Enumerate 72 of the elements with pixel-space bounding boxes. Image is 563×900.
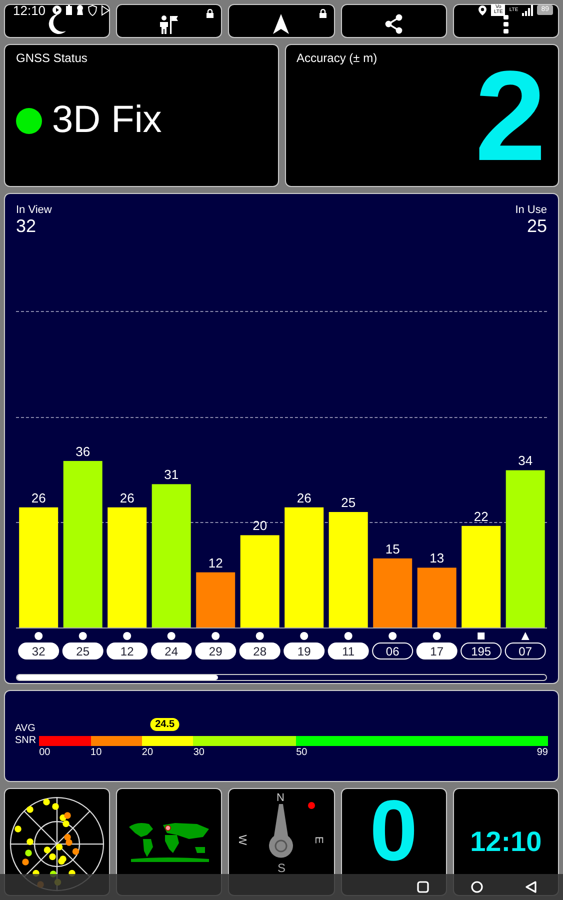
moon-icon — [47, 13, 68, 35]
bar-value: 12 — [208, 555, 222, 570]
bar-value: 36 — [75, 444, 90, 459]
share-icon — [384, 14, 403, 34]
satellite-id: 25 — [76, 644, 90, 658]
satellite-id: 06 — [385, 644, 399, 658]
in-use-label: In Use — [515, 204, 547, 216]
satellite-id: 11 — [342, 644, 354, 658]
compass-south-label: S — [277, 861, 286, 875]
bar-value: 26 — [296, 490, 311, 506]
scale-tick-label: 10 — [90, 747, 102, 758]
in-view-label: In View — [16, 204, 52, 216]
toolbar-button[interactable] — [340, 4, 447, 38]
scale-tick-label: 20 — [142, 747, 154, 758]
panel-title: Accuracy (± m) — [296, 51, 378, 65]
signal-bar — [372, 558, 412, 628]
bar-value: 15 — [384, 541, 400, 556]
compass-north-label: N — [276, 792, 284, 804]
play-icon — [100, 4, 110, 16]
bar-value: 22 — [473, 508, 488, 524]
bar-value: 34 — [518, 453, 532, 468]
toolbar-button[interactable] — [228, 4, 335, 38]
bar-value: 31 — [164, 467, 178, 482]
satellite-id: 19 — [296, 644, 310, 658]
media-icon — [52, 5, 62, 15]
toolbar-button[interactable] — [452, 4, 559, 38]
scale-tick-label: 30 — [193, 747, 204, 758]
scale-tick-label: 50 — [296, 747, 308, 758]
navigation-arrow-icon — [273, 14, 290, 34]
snr-label: SNR — [15, 735, 36, 747]
lock-icon — [318, 9, 327, 18]
speed-value: 0 — [370, 789, 418, 874]
scale-tick-label: 99 — [536, 747, 548, 758]
fix-status: 3D Fix — [52, 99, 162, 142]
clock-time: 12:10 — [470, 826, 542, 858]
satellite-id: 17 — [430, 644, 444, 658]
bar-value: 20 — [252, 518, 267, 534]
compass-west-label: W — [236, 834, 249, 846]
status-time: 12:10 — [13, 2, 46, 18]
in-use-count: 25 — [526, 216, 547, 237]
signal-icon — [522, 4, 534, 16]
person-flag-icon — [159, 14, 180, 34]
panel-title: GNSS Status — [16, 51, 88, 65]
satellite-id: 195 — [470, 644, 491, 658]
bar-value: 13 — [429, 550, 444, 566]
home-icon[interactable] — [471, 881, 483, 893]
back-icon[interactable] — [525, 881, 537, 893]
toolbar-button[interactable] — [116, 4, 222, 38]
bar-value: 25 — [340, 495, 356, 510]
bar-value: 26 — [30, 490, 46, 506]
snr-average-marker: 24.5 — [150, 718, 180, 731]
compass-east-label: E — [312, 836, 325, 844]
compass-needle-icon — [268, 804, 294, 860]
toolbar-button[interactable] — [4, 4, 110, 38]
satellite-id: 29 — [208, 644, 222, 658]
satellite-id: 07 — [518, 644, 532, 658]
lock-icon — [206, 9, 214, 18]
in-view-count: 32 — [16, 216, 38, 237]
snr-label: AVG — [15, 723, 36, 735]
bar-value: 26 — [119, 490, 134, 506]
satellite-id: 28 — [252, 644, 266, 658]
indicator-dot — [308, 802, 316, 809]
signal-bar — [416, 568, 456, 628]
scale-tick-label: 00 — [39, 747, 50, 758]
satellite-id: 24 — [164, 644, 178, 658]
more-icon — [502, 14, 509, 34]
accuracy-value: 2 — [474, 53, 546, 181]
signal-bar — [196, 572, 235, 628]
satellite-id: 32 — [31, 644, 45, 658]
shield-icon — [88, 4, 97, 16]
recents-icon[interactable] — [417, 881, 429, 893]
satellite-id: 12 — [120, 644, 134, 658]
